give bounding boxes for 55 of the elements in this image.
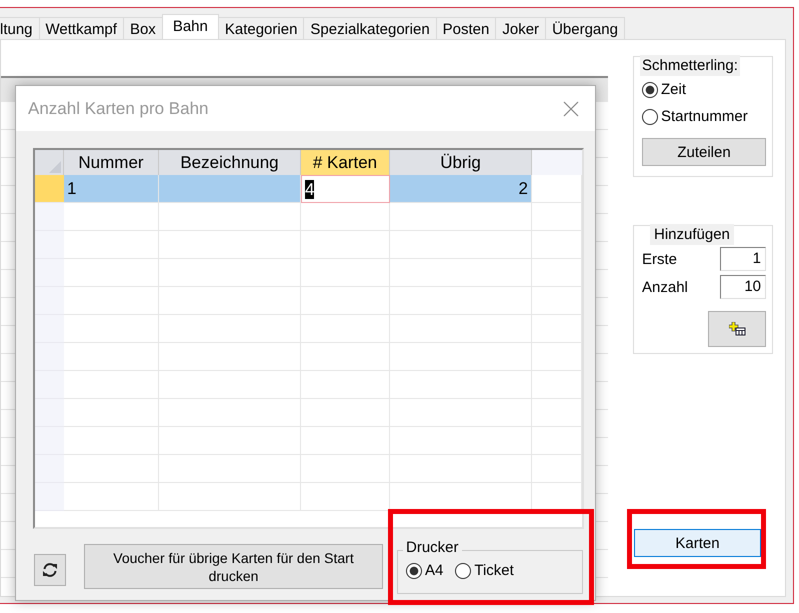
table-cell	[532, 175, 582, 203]
table-cell	[532, 343, 582, 371]
row-header[interactable]	[35, 343, 64, 371]
assign-button[interactable]: Zuteilen	[642, 138, 766, 166]
row-header[interactable]	[35, 399, 64, 427]
table-cell	[532, 427, 582, 455]
field-label: Erste	[642, 250, 678, 268]
tab[interactable]: Spezialkategorien	[303, 17, 437, 39]
column-header[interactable]: Nummer	[64, 150, 159, 175]
row-header[interactable]	[35, 315, 64, 343]
tab[interactable]: Bahn	[162, 14, 219, 39]
cell-editor[interactable]: 4	[301, 175, 390, 203]
add-button[interactable]	[708, 311, 766, 347]
table-cell: 1	[64, 175, 159, 203]
table-cell	[532, 259, 582, 287]
radio-option[interactable]: Ticket	[455, 557, 514, 584]
close-icon[interactable]	[563, 100, 579, 116]
radio-option[interactable]: Startnummer	[642, 103, 766, 130]
group-title: Hinzufügen	[650, 224, 734, 245]
column-header[interactable]: # Karten	[301, 150, 390, 175]
voucher-button[interactable]: Voucher für übrige Karten für den Start drucken	[84, 544, 383, 589]
row-header[interactable]	[35, 371, 64, 399]
tab[interactable]: Übergang	[545, 17, 625, 39]
input-field[interactable]: 1	[720, 247, 766, 271]
table-cell	[532, 203, 582, 231]
table-cell	[532, 455, 582, 483]
table-cell: 2	[390, 175, 532, 203]
row-header[interactable]	[35, 483, 64, 511]
add-table-icon	[728, 322, 746, 336]
table-cell	[532, 287, 582, 315]
column-header[interactable]: Bezeichnung	[159, 150, 301, 175]
cards-button[interactable]: Karten	[634, 529, 761, 557]
row-header[interactable]	[35, 287, 64, 315]
dialog-title: Anzahl Karten pro Bahn	[28, 98, 209, 118]
table-cell	[532, 231, 582, 259]
column-header[interactable]: Übrig	[390, 150, 532, 175]
row-header[interactable]	[35, 259, 64, 287]
row-header[interactable]	[35, 455, 64, 483]
tab[interactable]: ltung	[0, 17, 40, 39]
group-title: Schmetterling:	[640, 55, 740, 76]
radio-option[interactable]: Zeit	[642, 76, 766, 103]
refresh-button[interactable]	[34, 554, 66, 586]
row-header[interactable]	[35, 427, 64, 455]
radio-option[interactable]: A4	[406, 557, 444, 584]
table-cell	[532, 399, 582, 427]
row-header[interactable]	[35, 175, 64, 203]
row-header[interactable]	[35, 231, 64, 259]
table-cell	[532, 315, 582, 343]
input-field[interactable]: 10	[720, 275, 766, 299]
row-header[interactable]	[35, 203, 64, 231]
field-label: Anzahl	[642, 278, 688, 296]
table-cell	[532, 371, 582, 399]
refresh-icon	[42, 562, 58, 578]
tab[interactable]: Kategorien	[218, 17, 304, 39]
tab[interactable]: Wettkampf	[38, 17, 124, 39]
